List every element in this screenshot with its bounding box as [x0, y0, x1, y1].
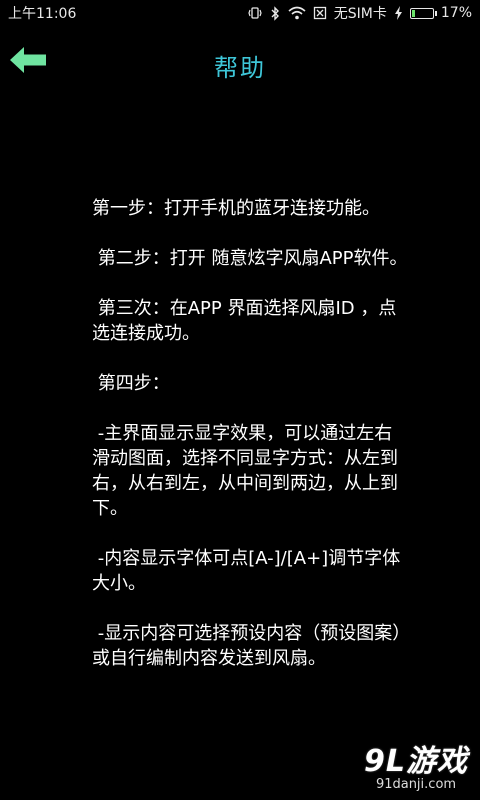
help-paragraph-step3: 第三次：在APP 界面选择风扇ID ，点选连接成功。 — [92, 298, 397, 344]
carrier-label: 无SIM卡 — [333, 6, 387, 22]
help-paragraph-preset-content: -显示内容可选择预设内容（预设图案）或自行编制内容发送到风扇。 — [92, 623, 402, 669]
bluetooth-icon — [269, 5, 281, 21]
status-time: 上午11:06 — [8, 6, 77, 22]
help-content: 第一步：打开手机的蓝牙连接功能。 第二步：打开 随意炫字风扇APP软件。 第三次… — [92, 196, 410, 696]
status-icons: 无SIM卡 17% — [248, 3, 472, 23]
wifi-icon — [288, 6, 306, 20]
vibrate-icon — [248, 6, 262, 20]
battery-icon — [409, 7, 437, 19]
page-title: 帮助 — [214, 54, 266, 82]
watermark-url: 91danji.com — [375, 777, 457, 792]
sim-card-icon — [313, 6, 327, 20]
help-paragraph-step2: 第二步：打开 随意炫字风扇APP软件。 — [92, 248, 408, 269]
header: 帮助 — [0, 26, 480, 102]
help-paragraph-font-size: -内容显示字体可点[A-]/[A+]调节字体大小。 — [92, 548, 401, 594]
charging-icon — [394, 6, 403, 20]
battery-fill — [411, 9, 415, 17]
battery-percent: 17% — [440, 5, 472, 21]
help-paragraph-step4: 第四步： — [92, 373, 170, 394]
watermark-main: 9L游戏 — [364, 744, 468, 779]
help-paragraph-step1: 第一步：打开手机的蓝牙连接功能。 — [92, 198, 380, 219]
status-bar: 上午11:06 无SIM卡 17% — [0, 0, 480, 26]
help-paragraph-display-effect: -主界面显示显字效果，可以通过左右滑动图面，选择不同显字方式：从左到右，从右到左… — [92, 423, 398, 519]
watermark-logo: 9L游戏 91danji.com — [364, 746, 468, 792]
